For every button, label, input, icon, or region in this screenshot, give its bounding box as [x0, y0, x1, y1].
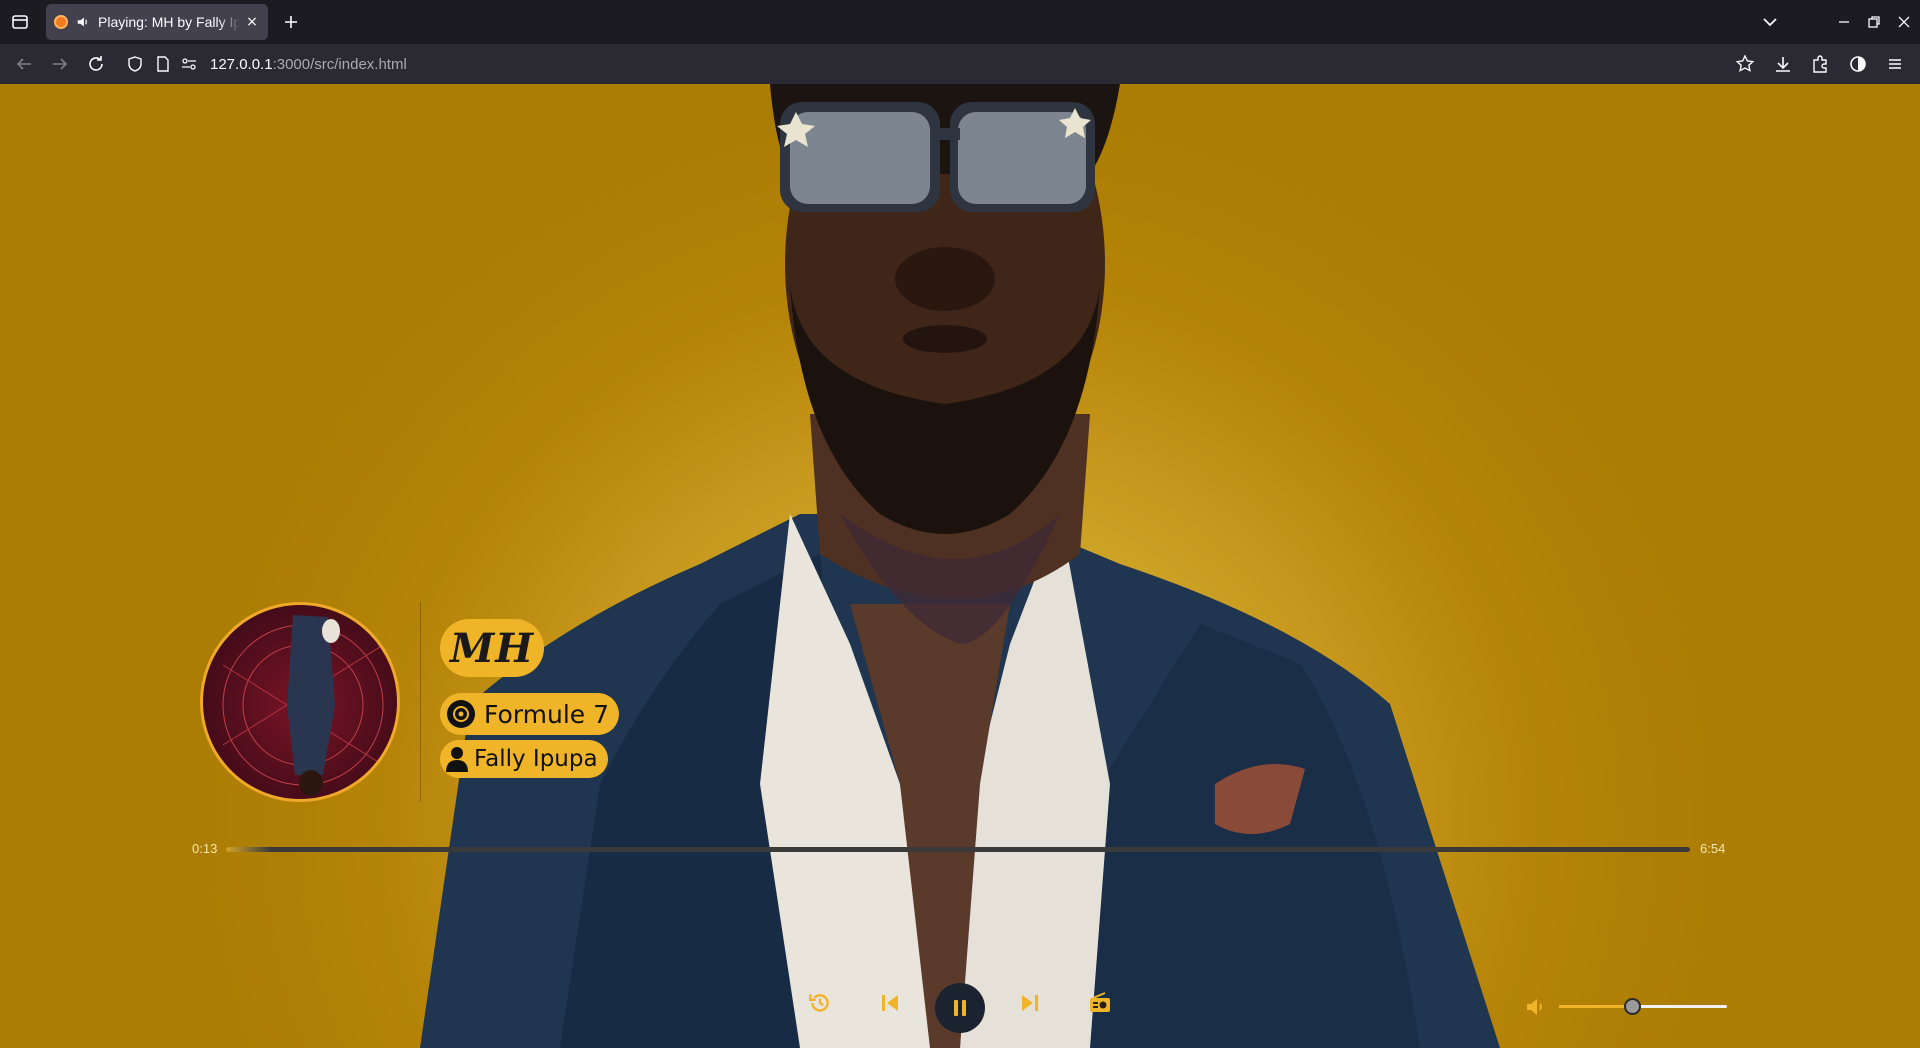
favicon-icon [54, 15, 68, 29]
song-title-badge: MH [440, 619, 545, 677]
volume-low-icon[interactable] [1525, 996, 1547, 1018]
account-icon[interactable] [1846, 52, 1870, 76]
previous-icon [882, 995, 898, 1011]
next-icon [1022, 995, 1038, 1011]
pause-icon [954, 1000, 966, 1016]
duration: 6:54 [1700, 841, 1726, 856]
permissions-icon[interactable] [180, 55, 198, 73]
url-host: 127.0.0.1 [210, 56, 273, 73]
radio-icon [1090, 992, 1110, 1012]
page-icon[interactable] [154, 55, 172, 73]
browser-tab-active[interactable]: Playing: MH by Fally Ipupa × [46, 4, 268, 40]
minimize-icon[interactable] [1832, 10, 1856, 34]
menu-icon[interactable] [1883, 52, 1907, 76]
album-name: Formule 7 [484, 699, 609, 729]
browser-nav-bar: 127.0.0.1:3000/src/index.html [0, 44, 1920, 84]
tab-list-icon[interactable] [8, 10, 32, 34]
url-path: :3000/src/index.html [272, 56, 407, 73]
radio-button[interactable] [1085, 988, 1115, 1018]
shield-icon[interactable] [126, 55, 144, 73]
player-page: MH Formule 7 Fally Ipupa 0:13 6:54 [0, 84, 1920, 1048]
downloads-icon[interactable] [1771, 52, 1795, 76]
url-text[interactable]: 127.0.0.1:3000/src/index.html [210, 56, 407, 73]
play-pause-button[interactable] [935, 983, 985, 1033]
artist-badge: Fally Ipupa [440, 740, 608, 778]
restore-icon[interactable] [1862, 10, 1886, 34]
extensions-icon[interactable] [1808, 52, 1832, 76]
history-button[interactable] [805, 988, 835, 1018]
progress-fill [226, 847, 272, 852]
info-divider [420, 602, 421, 802]
new-tab-icon[interactable] [279, 10, 303, 34]
album-art-image [203, 605, 397, 799]
artist-background-image [420, 84, 1500, 1048]
artist-name: Fally Ipupa [474, 746, 598, 772]
volume-slider[interactable] [1559, 998, 1727, 1015]
disc-icon [447, 700, 475, 728]
previous-button[interactable] [875, 988, 905, 1018]
volume-fill [1559, 1005, 1633, 1008]
url-bar[interactable]: 127.0.0.1:3000/src/index.html [118, 48, 1848, 80]
history-icon [809, 994, 829, 1012]
volume-thumb[interactable] [1623, 998, 1641, 1015]
user-icon [446, 747, 468, 772]
forward-icon[interactable] [48, 52, 72, 76]
reload-icon[interactable] [84, 52, 108, 76]
next-button[interactable] [1015, 988, 1045, 1018]
tab-close-icon[interactable]: × [244, 14, 260, 30]
tab-audio-icon[interactable] [76, 15, 90, 29]
tab-title: Playing: MH by Fally Ipupa [98, 14, 240, 30]
current-time: 0:13 [192, 841, 218, 856]
album-badge: Formule 7 [440, 693, 619, 735]
tab-overflow-chevron-icon[interactable] [1758, 10, 1782, 34]
song-title: MH [450, 624, 535, 672]
close-window-icon[interactable] [1892, 10, 1916, 34]
back-icon[interactable] [12, 52, 36, 76]
album-cover [200, 602, 400, 802]
progress-bar[interactable] [226, 847, 1690, 852]
bookmark-star-icon[interactable] [1733, 52, 1757, 76]
browser-tab-bar: Playing: MH by Fally Ipupa × [0, 0, 1920, 44]
